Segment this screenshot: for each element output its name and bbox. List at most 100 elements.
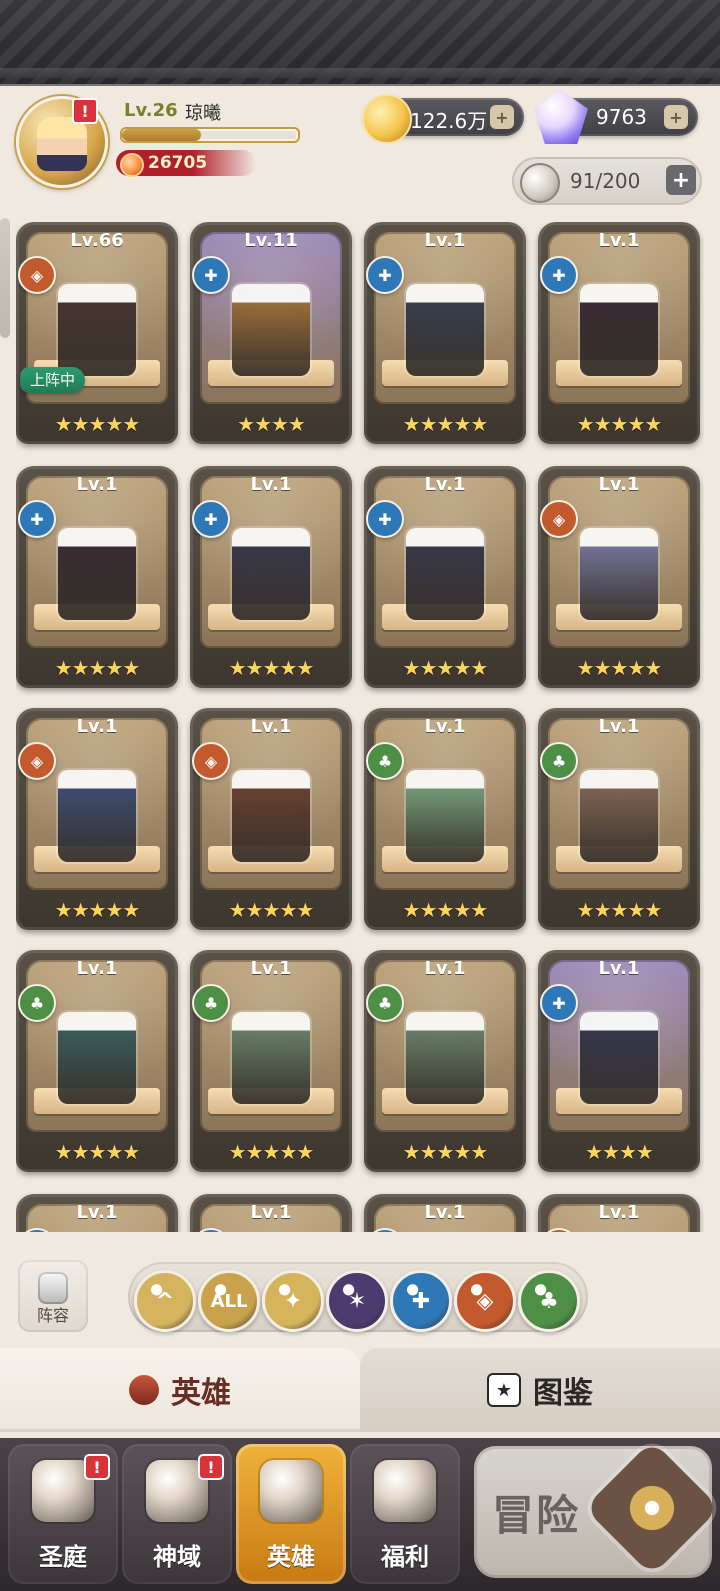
diamond-pill[interactable]: 9763 + xyxy=(534,90,698,144)
hero-stars: ★★★★★ xyxy=(402,898,489,922)
filter-nature-button[interactable]: ♣ xyxy=(518,1270,580,1332)
faction-order-icon: ✚ xyxy=(366,500,404,538)
hero-sprite xyxy=(232,1012,310,1104)
hero-card[interactable]: Lv.1 ◈ ★★★★★ xyxy=(16,708,178,930)
faction-order-icon: ✚ xyxy=(18,500,56,538)
hero-stars: ★★★★★ xyxy=(402,656,489,680)
power-value: 26705 xyxy=(148,153,208,173)
hero-sprite xyxy=(58,284,136,376)
gold-coin-icon xyxy=(362,94,412,144)
hero-card[interactable]: Lv.66 ◈ 上阵中 ★★★★★ xyxy=(16,222,178,444)
hero-level: Lv.1 xyxy=(424,230,466,251)
hero-level: Lv.1 xyxy=(598,958,640,979)
hero-level: Lv.1 xyxy=(76,474,118,495)
tab-heroes-label: 英雄 xyxy=(171,1376,231,1411)
side-drawer-handle[interactable] xyxy=(0,218,10,338)
nav-sanctum[interactable]: ! 圣庭 xyxy=(8,1444,118,1584)
hero-card[interactable]: Lv.1✚ xyxy=(364,1194,526,1232)
hero-sprite xyxy=(232,284,310,376)
hero-level: Lv.1 xyxy=(598,474,640,495)
hero-card[interactable]: Lv.1✚ xyxy=(190,1194,352,1232)
adventure-button[interactable]: 冒险 xyxy=(474,1440,720,1578)
faction-nature-icon: ♣ xyxy=(18,984,56,1022)
hero-card[interactable]: Lv.1 ✚ ★★★★★ xyxy=(16,466,178,688)
stamina-icon xyxy=(520,163,560,203)
nav-sanctum-label: 圣庭 xyxy=(39,1543,87,1571)
hero-sprite xyxy=(58,1012,136,1104)
hero-stars: ★★★★★ xyxy=(402,1140,489,1164)
faction-nature-icon: ♣ xyxy=(366,984,404,1022)
filter-light-button[interactable]: ✦ xyxy=(262,1270,324,1332)
hero-level: Lv.1 xyxy=(250,716,292,737)
faction-nature-icon: ♣ xyxy=(540,742,578,780)
hero-card[interactable]: Lv.1 ✚ ★★★★★ xyxy=(364,222,526,444)
faction-order-icon: ✚ xyxy=(192,500,230,538)
squad-button[interactable]: 阵容 xyxy=(18,1260,88,1332)
hero-card[interactable]: Lv.1 ✚ ★★★★ xyxy=(538,950,700,1172)
hero-card[interactable]: Lv.1 ♣ ★★★★★ xyxy=(364,708,526,930)
hero-card[interactable]: Lv.1 ♣ ★★★★★ xyxy=(538,708,700,930)
stamina-plus-button[interactable]: + xyxy=(666,165,696,195)
stamina-pill[interactable]: 91/200 + xyxy=(512,157,702,205)
filter-dark-button[interactable]: ✶ xyxy=(326,1270,388,1332)
hero-stars: ★★★★★ xyxy=(228,656,315,680)
faction-beast-icon: ◈ xyxy=(18,256,56,294)
hero-sprite xyxy=(580,284,658,376)
filter-beast-button[interactable]: ◈ xyxy=(454,1270,516,1332)
hero-card[interactable]: Lv.1 ♣ ★★★★★ xyxy=(364,950,526,1172)
filter-all-button[interactable]: ALL xyxy=(198,1270,260,1332)
deployed-tag: 上阵中 xyxy=(20,367,86,393)
faction-order-icon: ✚ xyxy=(540,256,578,294)
nav-divine-realm[interactable]: ! 神域 xyxy=(122,1444,232,1584)
gold-pill[interactable]: 122.6万 + xyxy=(362,94,524,144)
nav-divine-realm-label: 神域 xyxy=(153,1543,201,1571)
hero-card[interactable]: Lv.1 ✚ ★★★★★ xyxy=(538,222,700,444)
faction-order-icon: ✚ xyxy=(540,984,578,1022)
hero-card[interactable]: Lv.11 ✚ ★★★★ xyxy=(190,222,352,444)
faction-nature-icon: ♣ xyxy=(192,984,230,1022)
hero-card[interactable]: Lv.1◈ xyxy=(538,1194,700,1232)
diamond-plus-button[interactable]: + xyxy=(664,105,688,129)
hero-level: Lv.1 xyxy=(250,474,292,495)
avatar-alert-badge: ! xyxy=(72,98,98,124)
treasure-chest-icon xyxy=(374,1460,436,1522)
nav-divine-realm-badge: ! xyxy=(198,1454,224,1480)
hero-card[interactable]: Lv.1✚ xyxy=(16,1194,178,1232)
hero-card[interactable]: Lv.1 ◈ ★★★★★ xyxy=(190,708,352,930)
star-book-icon: ★ xyxy=(487,1373,521,1407)
faction-nature-icon: ♣ xyxy=(366,742,404,780)
hero-card[interactable]: Lv.1 ✚ ★★★★★ xyxy=(190,466,352,688)
tab-codex[interactable]: ★ 图鉴 xyxy=(360,1348,720,1432)
player-level: Lv.26 xyxy=(124,100,178,121)
nav-heroes[interactable]: 英雄 xyxy=(236,1444,346,1584)
hero-stars: ★★★★★ xyxy=(402,412,489,436)
avatar-portrait xyxy=(37,117,87,171)
hero-sprite xyxy=(406,770,484,862)
hero-card[interactable]: Lv.1 ♣ ★★★★★ xyxy=(16,950,178,1172)
tab-heroes[interactable]: 英雄 xyxy=(0,1348,360,1432)
hero-stars: ★★★★★ xyxy=(228,1140,315,1164)
hero-stars: ★★★★★ xyxy=(576,412,663,436)
power-icon xyxy=(120,153,144,177)
hero-sprite xyxy=(580,770,658,862)
hero-stars: ★★★★★ xyxy=(576,656,663,680)
hero-sprite xyxy=(406,1012,484,1104)
hero-sprite xyxy=(580,528,658,620)
hero-card[interactable]: Lv.1 ✚ ★★★★★ xyxy=(364,466,526,688)
hero-level: Lv.1 xyxy=(76,1202,118,1223)
hero-level: Lv.1 xyxy=(424,474,466,495)
filter-order-button[interactable]: ✚ xyxy=(390,1270,452,1332)
hero-helmet-icon xyxy=(260,1460,322,1522)
filter-collapse-button[interactable]: ^ xyxy=(134,1270,196,1332)
hero-stars: ★★★★ xyxy=(237,412,306,436)
hero-stars: ★★★★★ xyxy=(54,1140,141,1164)
nav-welfare[interactable]: 福利 xyxy=(350,1444,460,1584)
hero-card[interactable]: Lv.1 ♣ ★★★★★ xyxy=(190,950,352,1172)
faction-order-icon: ✚ xyxy=(192,256,230,294)
player-name: 琼曦 xyxy=(185,103,221,124)
helmet-icon xyxy=(129,1375,159,1405)
hero-stars: ★★★★★ xyxy=(54,898,141,922)
hero-card[interactable]: Lv.1 ◈ ★★★★★ xyxy=(538,466,700,688)
gold-plus-button[interactable]: + xyxy=(490,105,514,129)
hero-sprite xyxy=(580,1012,658,1104)
